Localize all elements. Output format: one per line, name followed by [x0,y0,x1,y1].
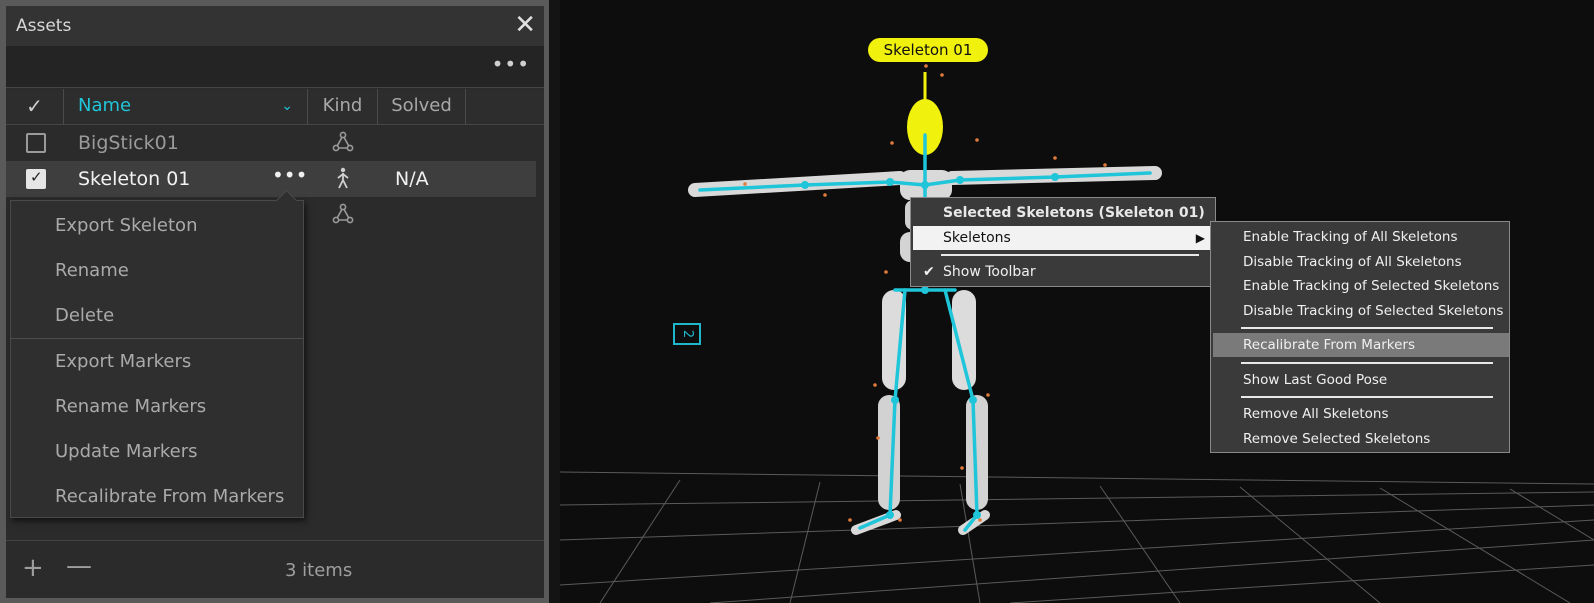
skeletons-submenu: Enable Tracking of All Skeletons Disable… [1210,221,1510,453]
name-column-header[interactable]: Name ⌄ [64,89,308,125]
menu-item-export-markers[interactable]: Export Markers [11,342,303,382]
more-options-icon[interactable]: ••• [492,52,530,76]
row-checkbox[interactable] [26,133,46,153]
row-checkbox[interactable] [26,168,46,189]
menu-divider [1241,396,1493,398]
assets-footer: + — 3 items [6,540,544,598]
skeleton-icon [337,167,349,189]
menu-item-delete[interactable]: Delete [11,296,303,336]
menu-item-show-last-good-pose[interactable]: Show Last Good Pose [1213,368,1509,392]
kind-column-header[interactable]: Kind [308,89,378,125]
column-header: ✓ Name ⌄ Kind Solved [6,89,544,125]
context-menu-header: Selected Skeletons (Skeleton 01) [913,200,1213,226]
check-icon: ✔ [923,264,935,280]
table-row[interactable]: Skeleton 01 ••• N/A [6,161,536,197]
viewport-context-menu: Selected Skeletons (Skeleton 01) Skeleto… [910,197,1216,287]
skeleton-name-label: Skeleton 01 [868,38,988,62]
row-more-icon[interactable]: ••• [272,163,307,187]
menu-item-remove-all-skeletons[interactable]: Remove All Skeletons [1213,402,1509,426]
assets-title: Assets [16,16,72,36]
chevron-down-icon[interactable]: ⌄ [281,89,293,123]
rigid-body-icon [332,203,354,224]
assets-header: Assets ✕ [6,6,544,46]
select-all-column[interactable]: ✓ [6,89,64,125]
menu-item-rename[interactable]: Rename [11,251,303,291]
item-count: 3 items [285,560,353,581]
menu-item-skeletons[interactable]: Skeletons ▶ [913,226,1213,250]
asset-context-menu: Export Skeleton Rename Delete Export Mar… [10,200,304,518]
assets-panel: Assets ✕ ••• ✓ Name ⌄ Kind Solved BigSti… [0,0,549,603]
menu-item-remove-selected-skeletons[interactable]: Remove Selected Skeletons [1213,427,1509,451]
menu-item-enable-tracking-all[interactable]: Enable Tracking of All Skeletons [1213,225,1509,249]
table-row[interactable]: BigStick01 [6,125,536,161]
asset-name: Skeleton 01 [78,168,191,190]
skeleton-figure [688,64,1162,535]
menu-item-disable-tracking-selected[interactable]: Disable Tracking of Selected Skeletons [1213,299,1509,323]
menu-item-show-toolbar-label: Show Toolbar [943,264,1036,280]
solved-column-header[interactable]: Solved [378,89,466,125]
app-root: Assets ✕ ••• ✓ Name ⌄ Kind Solved BigSti… [0,0,1594,603]
menu-item-rename-markers[interactable]: Rename Markers [11,387,303,427]
solved-value: N/A [395,168,429,190]
menu-item-recalibrate-from-markers[interactable]: Recalibrate From Markers [1213,333,1509,357]
menu-divider [11,338,303,339]
menu-divider [1241,327,1493,329]
close-icon[interactable]: ✕ [514,10,536,40]
name-column-label: Name [78,95,132,116]
submenu-arrow-icon: ▶ [1195,231,1205,245]
menu-item-enable-tracking-selected[interactable]: Enable Tracking of Selected Skeletons [1213,274,1509,298]
camera-badge[interactable]: 2 [673,323,701,345]
menu-item-recalibrate-from-markers[interactable]: Recalibrate From Markers [11,477,303,517]
add-asset-button[interactable]: + [22,553,44,583]
menu-item-update-markers[interactable]: Update Markers [11,432,303,472]
assets-toolbar: ••• [6,46,544,88]
remove-asset-button[interactable]: — [66,551,92,581]
3d-viewport[interactable]: Skeleton 01 2 Selected Skeletons (Skelet… [560,0,1594,603]
menu-item-skeletons-label: Skeletons [943,230,1011,246]
rigid-body-icon [332,131,354,152]
menu-divider [1241,362,1493,364]
asset-name: BigStick01 [78,132,179,154]
floor-grid [560,471,1594,603]
menu-item-export-skeleton[interactable]: Export Skeleton [11,206,303,246]
menu-item-show-toolbar[interactable]: ✔ Show Toolbar [913,260,1036,284]
menu-item-disable-tracking-all[interactable]: Disable Tracking of All Skeletons [1213,250,1509,274]
menu-divider [941,254,1199,256]
